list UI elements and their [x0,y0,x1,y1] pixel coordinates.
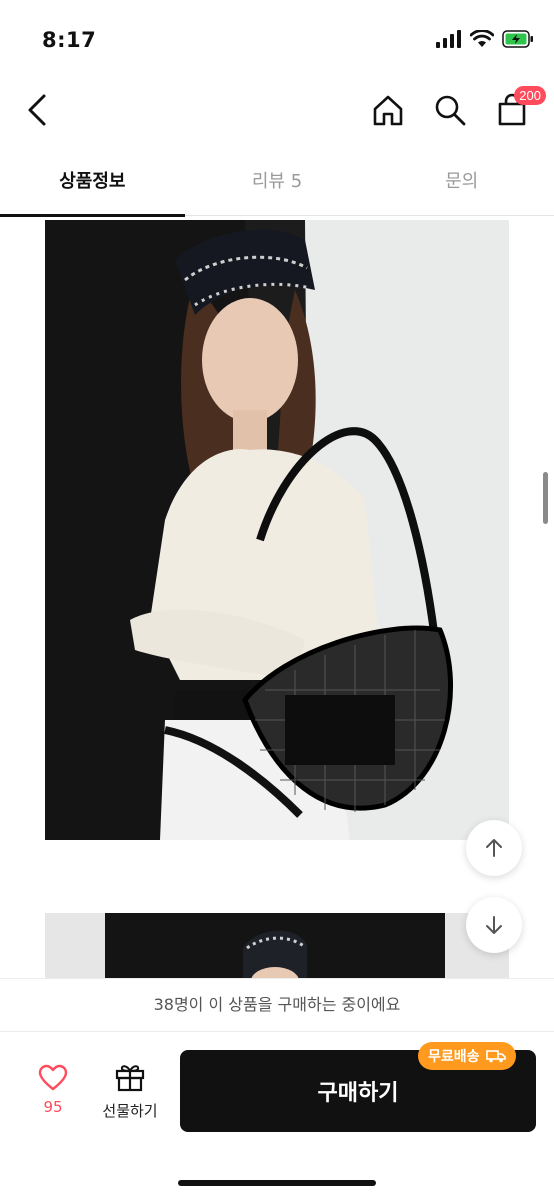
arrow-down-icon [486,916,502,934]
bottom-action-bar: 95 선물하기 구매하기 무료배송 [0,1032,554,1200]
status-time: 8:17 [42,28,97,52]
scroll-to-top-button[interactable] [466,820,522,876]
buy-button-label: 구매하기 [317,1081,399,1106]
product-tabs: 상품정보 리뷰 5 문의 [0,152,554,217]
purchase-activity-notice: 38명이 이 상품을 구매하는 중이에요 [0,978,554,1032]
free-shipping-badge: 무료배송 [418,1042,516,1070]
tab-product-info[interactable]: 상품정보 [0,152,185,217]
status-bar: 8:17 [0,0,554,80]
home-indicator [178,1180,376,1186]
search-button[interactable] [430,90,470,130]
like-button[interactable]: 95 [30,1064,76,1116]
gift-label: 선물하기 [102,1102,158,1120]
tab-reviews[interactable]: 리뷰 5 [185,152,370,215]
chevron-left-icon [28,94,46,126]
model-photo-illustration [45,220,509,840]
scrollbar[interactable] [543,472,548,524]
model-photo-illustration-secondary [45,913,509,983]
free-shipping-label: 무료배송 [428,1049,480,1065]
search-icon [435,95,466,126]
cart-count-badge: 200 [514,86,546,105]
wifi-icon [470,30,494,47]
battery-icon [502,30,533,48]
nav-bar: 200 [0,80,554,142]
heart-icon [38,1064,68,1091]
tab-inquiry[interactable]: 문의 [369,152,554,215]
home-button[interactable] [368,90,408,130]
gift-icon [115,1065,145,1092]
product-photo [45,220,509,840]
arrow-up-icon [486,839,502,857]
status-icons [436,30,534,48]
product-photo-secondary [45,913,509,983]
scroll-to-bottom-button[interactable] [466,897,522,953]
truck-icon [485,1050,506,1063]
like-count: 95 [43,1098,63,1116]
home-icon [373,95,403,126]
back-button[interactable] [22,92,52,128]
gift-button[interactable]: 선물하기 [98,1062,162,1121]
nav-actions: 200 [368,86,546,130]
cart-button[interactable]: 200 [492,86,546,130]
signal-icon [436,30,461,48]
